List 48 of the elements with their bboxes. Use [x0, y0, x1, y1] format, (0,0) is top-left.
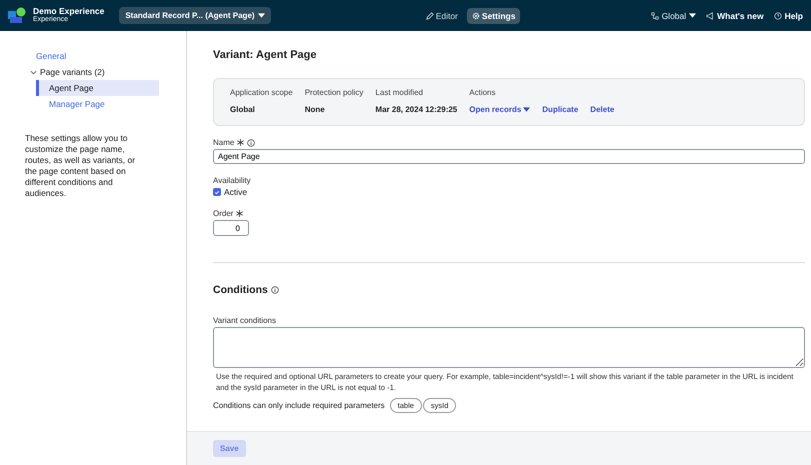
name-field[interactable]: Agent Page — [213, 149, 805, 164]
column-label: Last modified — [375, 88, 424, 97]
action-link[interactable]: Duplicate — [542, 105, 578, 114]
active-checkbox[interactable] — [213, 188, 221, 196]
required-icon — [237, 139, 244, 146]
field-label: Availability — [213, 176, 251, 185]
logo-icon — [8, 6, 26, 24]
required-icon — [236, 210, 244, 217]
column-label: Application scope — [230, 88, 293, 97]
gear-icon — [472, 12, 480, 20]
mode-tab[interactable]: Settings — [466, 8, 520, 24]
nav-item[interactable]: General — [25, 48, 186, 64]
action-link[interactable]: Delete — [590, 105, 614, 114]
field-label: Order — [213, 209, 234, 218]
info-icon — [270, 286, 279, 294]
header-link[interactable]: Help — [774, 10, 803, 20]
megaphone-icon — [706, 12, 714, 20]
checkbox-label: Active — [224, 187, 248, 197]
column-value: Mar 28, 2024 12:29:25 — [375, 105, 458, 114]
help-icon — [774, 12, 782, 20]
column-value: None — [304, 105, 326, 114]
caret-icon — [523, 107, 530, 112]
field-label: Variant conditions — [213, 316, 276, 325]
order-field[interactable]: 0 — [213, 220, 249, 236]
params-label: Conditions can only include required parameters — [213, 401, 385, 410]
description-text: These settings allow you to customize the page name, routes, as well as variants, or the page content based on different conditions and audiences. — [25, 133, 136, 199]
column-value: Global — [230, 105, 256, 114]
column-label: Protection policy — [304, 88, 364, 97]
nav-item[interactable]: Agent Page — [36, 80, 159, 96]
page-title: Variant: Agent Page — [213, 49, 318, 61]
app-name: Demo Experience — [33, 6, 104, 16]
pencil-icon — [426, 12, 434, 20]
nav-group[interactable]: Page variants (2) — [40, 67, 105, 77]
mode-tab[interactable]: Editor — [420, 8, 463, 24]
caret-icon — [689, 13, 696, 18]
header-link[interactable]: What's new — [706, 10, 764, 20]
conditions-field[interactable] — [213, 327, 805, 368]
header-link[interactable]: Global — [650, 10, 696, 20]
hierarchy-icon — [650, 12, 659, 20]
action-link[interactable]: Open records — [469, 105, 530, 114]
column-label: Actions — [469, 88, 496, 97]
page-selector[interactable]: Standard Record P... (Agent Page) — [119, 7, 271, 24]
field-label: Name — [213, 138, 234, 147]
chevron-icon[interactable] — [30, 70, 37, 74]
caret-icon — [258, 13, 265, 18]
nav-item[interactable]: Manager Page — [36, 96, 159, 112]
section-title: Conditions — [213, 284, 268, 296]
info-icon — [247, 138, 256, 146]
